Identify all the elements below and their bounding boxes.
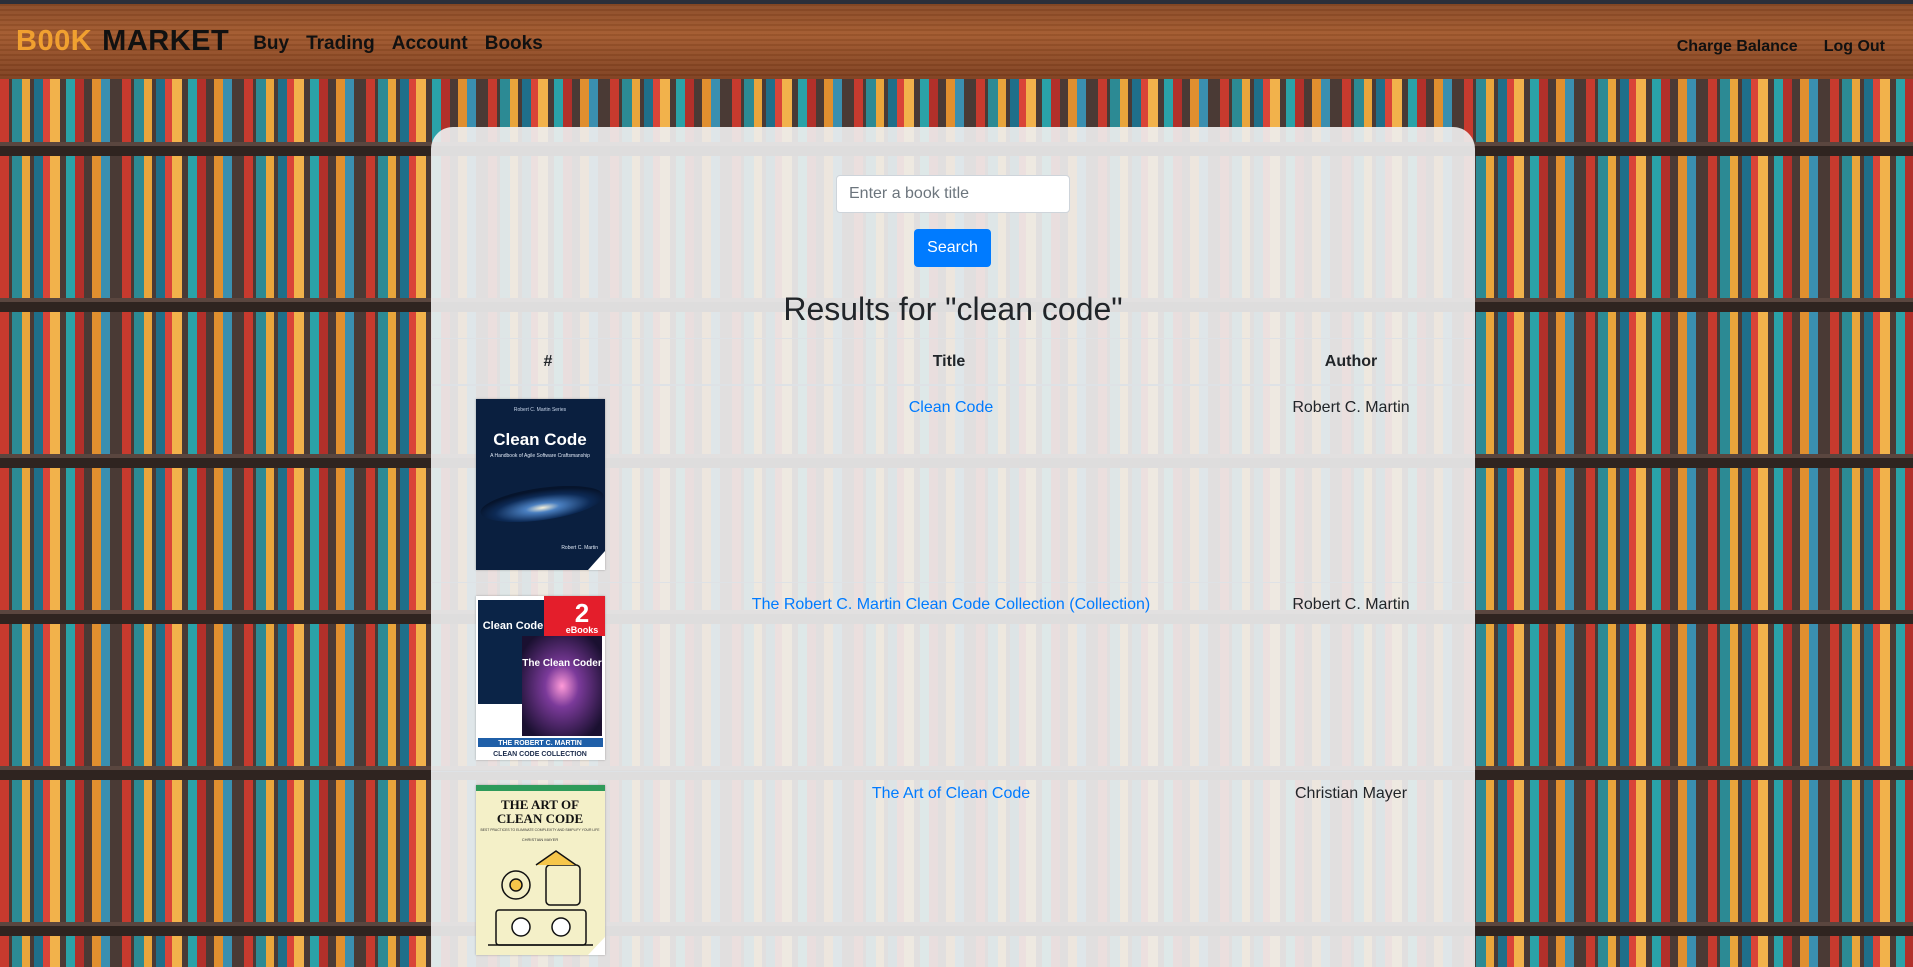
nav-books-link[interactable]: Books: [485, 33, 543, 55]
charge-balance-link[interactable]: Charge Balance: [1677, 38, 1798, 56]
table-header: # Title Author: [431, 338, 1475, 386]
cover-heading-1: THE ART OF: [501, 797, 579, 812]
search-input[interactable]: [836, 175, 1070, 213]
column-header-author: Author: [1324, 353, 1378, 370]
cover-badge-text: eBooks: [566, 625, 599, 635]
cover-series: Robert C. Martin Series: [514, 407, 567, 413]
table-row: Clean Code The Clean Coder 2 eBooks THE …: [431, 584, 1475, 772]
book-cover-clean-code-collection[interactable]: Clean Code The Clean Coder 2 eBooks THE …: [476, 596, 605, 760]
brand-logo[interactable]: B00K MARKET: [16, 25, 229, 58]
column-header-title: Title: [932, 353, 966, 370]
cover-author: Robert C. Martin: [561, 545, 598, 551]
cover-author: CHRISTIAN MAYER: [522, 837, 559, 842]
table-row: Robert C. Martin Series Clean Code A Han…: [431, 387, 1475, 583]
cover-heading-2: The Clean Coder: [522, 658, 602, 669]
nav-buy-link[interactable]: Buy: [253, 33, 289, 55]
book-title-link[interactable]: The Robert C. Martin Clean Code Collecti…: [671, 596, 1231, 614]
cover-footer-2: CLEAN CODE COLLECTION: [493, 751, 587, 758]
book-author: Robert C. Martin: [1292, 399, 1410, 416]
book-author: Christian Mayer: [1294, 785, 1408, 802]
book-title-link[interactable]: The Art of Clean Code: [671, 785, 1231, 803]
results-card: Search Results for "clean code" # Title …: [431, 127, 1475, 967]
results-title: Results for "clean code": [783, 291, 1123, 327]
brand-part-1: B00K: [16, 25, 93, 57]
table-row: THE ART OF CLEAN CODE BEST PRACTICES TO …: [431, 773, 1475, 967]
cover-heading-2: CLEAN CODE: [497, 811, 583, 826]
book-author: Robert C. Martin: [1292, 596, 1410, 613]
book-title-link[interactable]: Clean Code: [671, 399, 1231, 417]
cover-heading-1: Clean Code: [483, 620, 544, 632]
search-button[interactable]: Search: [914, 229, 991, 267]
cover-subtitle: BEST PRACTICES TO ELIMINATE COMPLEXITY A…: [480, 828, 600, 832]
column-header-number: #: [543, 353, 553, 370]
navbar: B00K MARKET Buy Trading Account Books Ch…: [0, 0, 1913, 79]
nav-trading-link[interactable]: Trading: [306, 33, 375, 55]
nav-links: Buy Trading Account Books: [253, 33, 543, 55]
cover-footer-1: THE ROBERT C. MARTIN: [498, 740, 582, 747]
cover-badge-number: 2: [575, 598, 589, 628]
brand-part-2: MARKET: [102, 25, 230, 57]
cover-heading: Clean Code: [493, 430, 587, 449]
nav-right: Charge Balance Log Out: [1677, 38, 1885, 56]
log-out-link[interactable]: Log Out: [1824, 38, 1885, 56]
book-cover-clean-code[interactable]: Robert C. Martin Series Clean Code A Han…: [476, 399, 605, 570]
nav-account-link[interactable]: Account: [392, 33, 468, 55]
book-cover-art-of-clean-code[interactable]: THE ART OF CLEAN CODE BEST PRACTICES TO …: [476, 785, 605, 955]
cover-subtitle: A Handbook of Agile Software Craftsmansh…: [490, 453, 590, 459]
